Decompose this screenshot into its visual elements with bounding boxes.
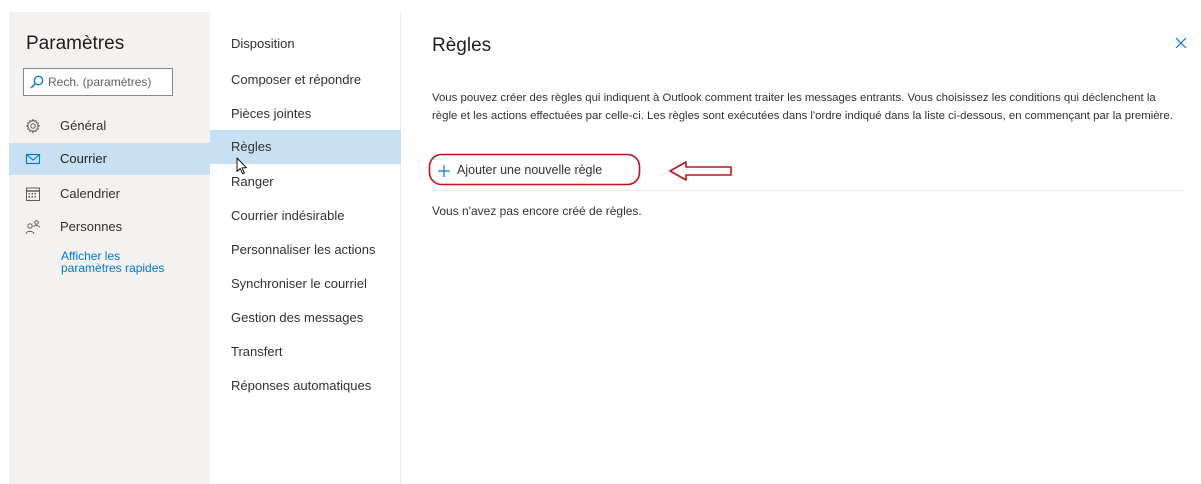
annotation-arrow-icon: [669, 161, 732, 181]
quick-settings-link[interactable]: Afficher les paramètres rapides: [61, 250, 164, 274]
page-title: Règles: [432, 35, 492, 56]
category-sync-email[interactable]: Synchroniser le courriel: [210, 267, 401, 301]
nav-item-calendar[interactable]: Calendrier: [9, 178, 210, 210]
category-label: Personnaliser les actions: [231, 242, 376, 257]
outlook-settings-window: Paramètres Général Courrier: [0, 0, 1201, 484]
category-disposition[interactable]: Disposition: [210, 27, 401, 61]
mail-categories-pane: Disposition Composer et répondre Pièces …: [210, 12, 401, 484]
category-label: Règles: [231, 139, 272, 154]
settings-nav-pane: Paramètres Général Courrier: [9, 12, 210, 484]
category-compose-reply[interactable]: Composer et répondre: [210, 63, 401, 97]
nav-item-label: Personnes: [60, 219, 123, 234]
category-message-handling[interactable]: Gestion des messages: [210, 301, 401, 335]
gear-icon: [25, 118, 41, 134]
category-label: Pièces jointes: [231, 106, 312, 121]
category-attachments[interactable]: Pièces jointes: [210, 97, 401, 131]
nav-item-label: Courrier: [60, 151, 107, 166]
search-icon: [30, 75, 44, 89]
nav-item-people[interactable]: Personnes: [9, 211, 210, 243]
category-junk-email[interactable]: Courrier indésirable: [210, 199, 401, 233]
category-forwarding[interactable]: Transfert: [210, 335, 401, 369]
nav-item-mail[interactable]: Courrier: [9, 143, 210, 175]
add-new-rule-label: Ajouter une nouvelle règle: [457, 163, 603, 177]
settings-search-input[interactable]: [48, 69, 170, 95]
mail-icon: [25, 153, 41, 165]
settings-title: Paramètres: [26, 33, 125, 54]
nav-item-label: Général: [60, 118, 107, 133]
close-icon[interactable]: [1174, 36, 1188, 50]
quick-settings-link-line2: paramètres rapides: [61, 261, 165, 275]
plus-icon: [438, 165, 450, 177]
mouse-cursor-icon: [236, 157, 247, 175]
calendar-icon: [26, 187, 40, 201]
category-label: Disposition: [231, 36, 295, 51]
settings-search-box[interactable]: [23, 68, 173, 96]
people-icon: [25, 220, 40, 235]
section-divider: [432, 190, 1184, 191]
nav-item-general[interactable]: Général: [9, 110, 210, 142]
category-label: Composer et répondre: [231, 72, 362, 87]
category-label: Ranger: [231, 174, 274, 189]
category-label: Courrier indésirable: [231, 208, 345, 223]
rules-content-pane: Règles Vous pouvez créer des règles qui …: [402, 12, 1201, 484]
no-rules-message: Vous n'avez pas encore créé de règles.: [432, 204, 642, 218]
category-automatic-replies[interactable]: Réponses automatiques: [210, 369, 401, 403]
nav-item-label: Calendrier: [60, 186, 120, 201]
category-label: Réponses automatiques: [231, 378, 372, 393]
rules-description: Vous pouvez créer des règles qui indique…: [432, 92, 1173, 122]
category-customize-actions[interactable]: Personnaliser les actions: [210, 233, 401, 267]
category-label: Gestion des messages: [231, 310, 364, 325]
category-label: Transfert: [231, 344, 283, 359]
category-label: Synchroniser le courriel: [231, 276, 367, 291]
